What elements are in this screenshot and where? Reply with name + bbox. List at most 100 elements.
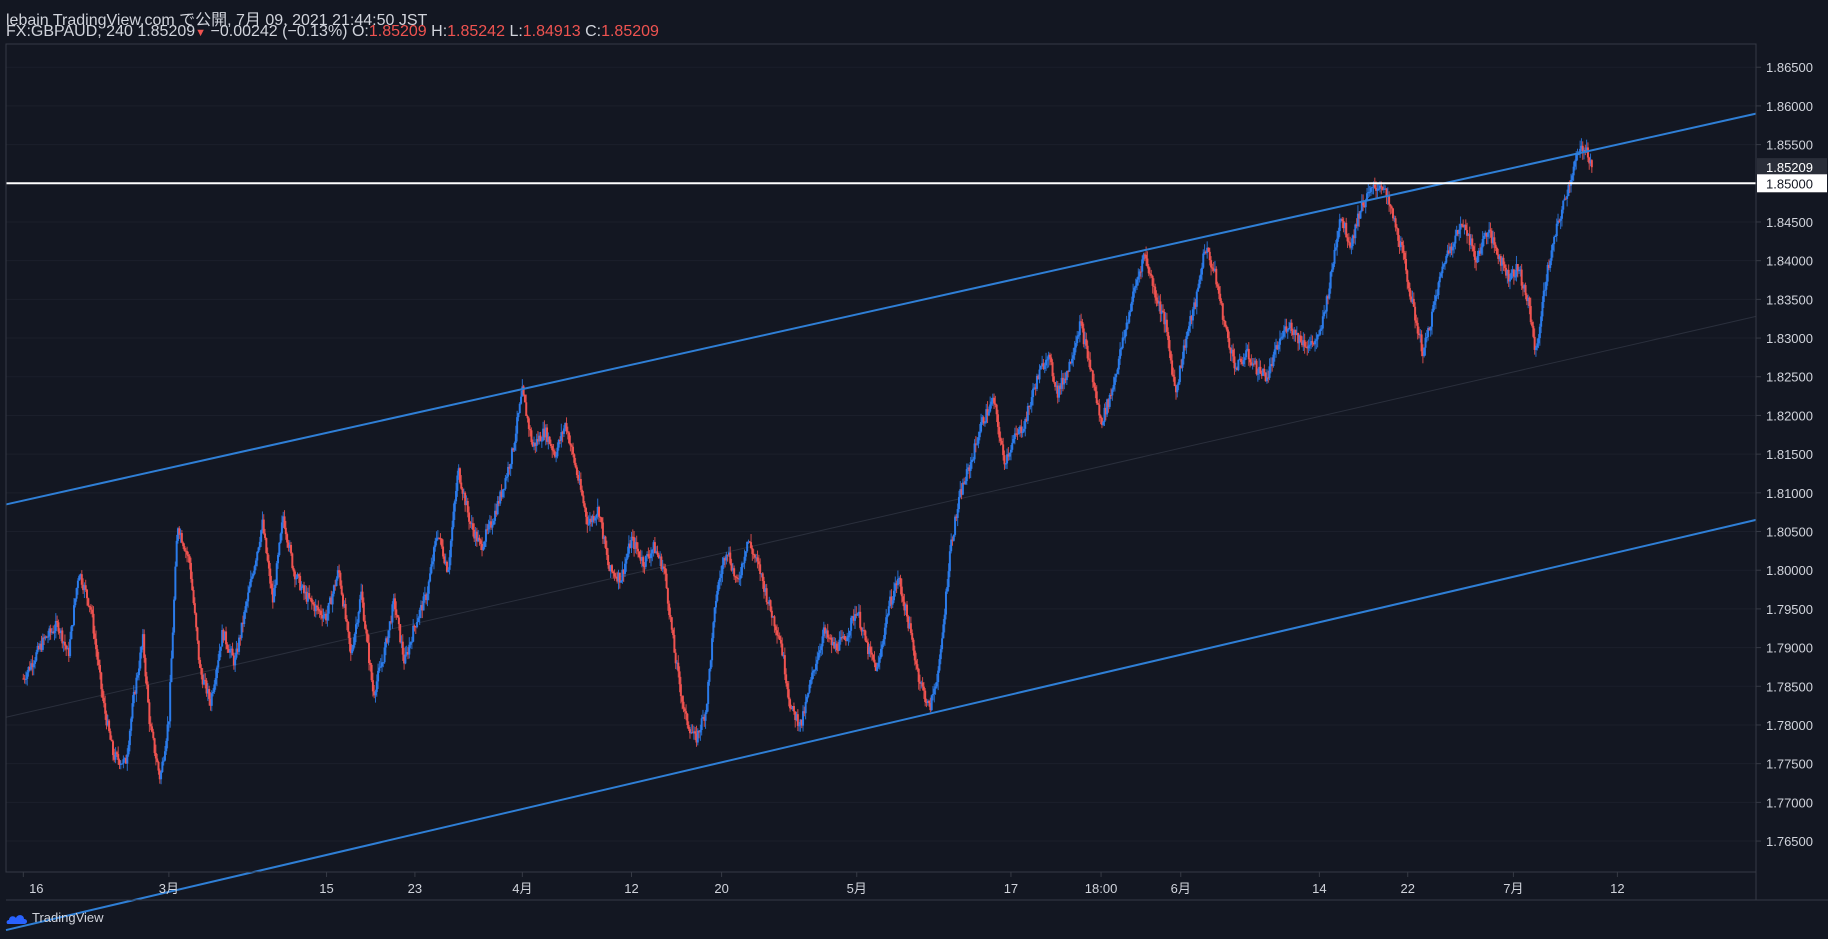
- y-tick-label: 1.77500: [1766, 757, 1813, 772]
- candle-body: [482, 546, 485, 551]
- candle-body: [677, 662, 680, 672]
- candle-body: [412, 625, 415, 642]
- candle-body: [595, 514, 598, 518]
- candle-body: [881, 644, 884, 649]
- candle-body: [990, 401, 993, 405]
- candle-body: [332, 585, 335, 594]
- footer-brand[interactable]: TradingView: [6, 910, 104, 925]
- candle-body: [162, 760, 165, 762]
- candle-body: [1038, 369, 1041, 380]
- candle-body: [88, 605, 91, 608]
- candle-body: [838, 639, 841, 651]
- candle-body: [1453, 243, 1456, 247]
- price-axis[interactable]: 1.86500 1.86000 1.85500 1.85000 1.84500 1.840…: [1756, 60, 1827, 849]
- candle-body: [167, 721, 170, 725]
- candle-body: [1147, 266, 1150, 274]
- candle-body: [452, 511, 455, 528]
- candle-body: [355, 624, 357, 634]
- candle-body: [1256, 373, 1259, 375]
- candle-body: [565, 423, 568, 432]
- candle-body: [1481, 238, 1484, 248]
- candle-body: [231, 648, 234, 656]
- candle-body: [1586, 147, 1589, 158]
- tradingview-logo-icon: [6, 914, 27, 924]
- candle-body: [150, 726, 153, 732]
- x-tick-label: 23: [408, 881, 422, 896]
- candle-body: [365, 628, 368, 634]
- candle-body: [717, 581, 720, 591]
- candle-body: [1328, 288, 1331, 299]
- candle-body: [870, 652, 873, 655]
- candle-body: [1191, 309, 1194, 321]
- candle-body: [352, 644, 355, 650]
- candle-body: [1050, 357, 1053, 363]
- candle-body: [280, 522, 283, 534]
- candle-body: [735, 577, 738, 579]
- candle-body: [808, 684, 811, 693]
- candle-body: [254, 560, 257, 567]
- time-axis[interactable]: 16 3月 15 23 4月 12 20 5月 17 18:00 6月 14 22 7月 12: [22, 872, 1625, 896]
- candle-body: [1332, 263, 1335, 270]
- channel-upper-line[interactable]: [5, 112, 1757, 506]
- candle-body: [1575, 154, 1578, 162]
- candle-body: [892, 590, 895, 601]
- x-tick-label: 3月: [159, 881, 179, 896]
- candle-body: [100, 672, 103, 690]
- candle-body: [950, 539, 953, 552]
- candle-body: [431, 561, 434, 565]
- candle-body: [74, 598, 77, 606]
- candle-body: [582, 495, 585, 504]
- candle-body: [850, 617, 853, 631]
- candle-body: [523, 394, 526, 403]
- candle-body: [1321, 316, 1324, 329]
- candle-body: [993, 397, 996, 404]
- candle-body: [366, 633, 369, 643]
- candle-body: [1424, 337, 1427, 348]
- candle-body: [718, 577, 721, 582]
- y-tick-label: 1.85500: [1766, 138, 1813, 153]
- candle-body: [847, 635, 850, 638]
- candle-body: [1458, 229, 1461, 234]
- candle-body: [1030, 397, 1033, 406]
- candle-body: [765, 588, 768, 603]
- x-tick-label: 14: [1312, 881, 1326, 896]
- candle-body: [1026, 406, 1029, 421]
- candle-body: [1286, 328, 1289, 332]
- candle-body: [1000, 440, 1003, 445]
- candle-body: [1195, 291, 1198, 307]
- candle-body: [1531, 322, 1534, 326]
- candle-body: [1237, 359, 1240, 371]
- candle-body: [266, 553, 269, 561]
- candle-body: [422, 596, 425, 611]
- candle-body: [1043, 365, 1046, 369]
- candle-body: [666, 588, 669, 604]
- candle-body: [1210, 260, 1213, 268]
- candle-body: [186, 551, 189, 555]
- candle-body: [137, 668, 140, 676]
- candle-body: [479, 540, 482, 544]
- candle-body: [1432, 304, 1435, 312]
- candle-body: [976, 443, 979, 445]
- candle-body: [262, 519, 265, 534]
- candle-body: [41, 637, 44, 650]
- candle-body: [626, 553, 629, 559]
- candle-body: [946, 587, 949, 592]
- x-tick-label: 12: [1610, 881, 1624, 896]
- candle-body: [130, 718, 133, 731]
- candle-body: [1217, 286, 1220, 294]
- candle-body: [778, 636, 781, 641]
- candle-body: [625, 558, 628, 564]
- candle-body: [97, 659, 100, 666]
- price-chart[interactable]: 1.86500 1.86000 1.85500 1.85000 1.84500 1.840…: [0, 0, 1828, 939]
- candle-body: [1537, 338, 1540, 344]
- y-tick-label: 1.81000: [1766, 486, 1813, 501]
- candle-body: [322, 615, 325, 619]
- candle-body: [1207, 247, 1210, 252]
- candle-body: [1232, 349, 1235, 357]
- candle-body: [1329, 272, 1332, 289]
- candle-body: [720, 574, 723, 578]
- candle-body: [448, 557, 451, 570]
- candle-body: [1438, 276, 1441, 283]
- candle-body: [1371, 187, 1374, 189]
- candle-body: [995, 404, 998, 415]
